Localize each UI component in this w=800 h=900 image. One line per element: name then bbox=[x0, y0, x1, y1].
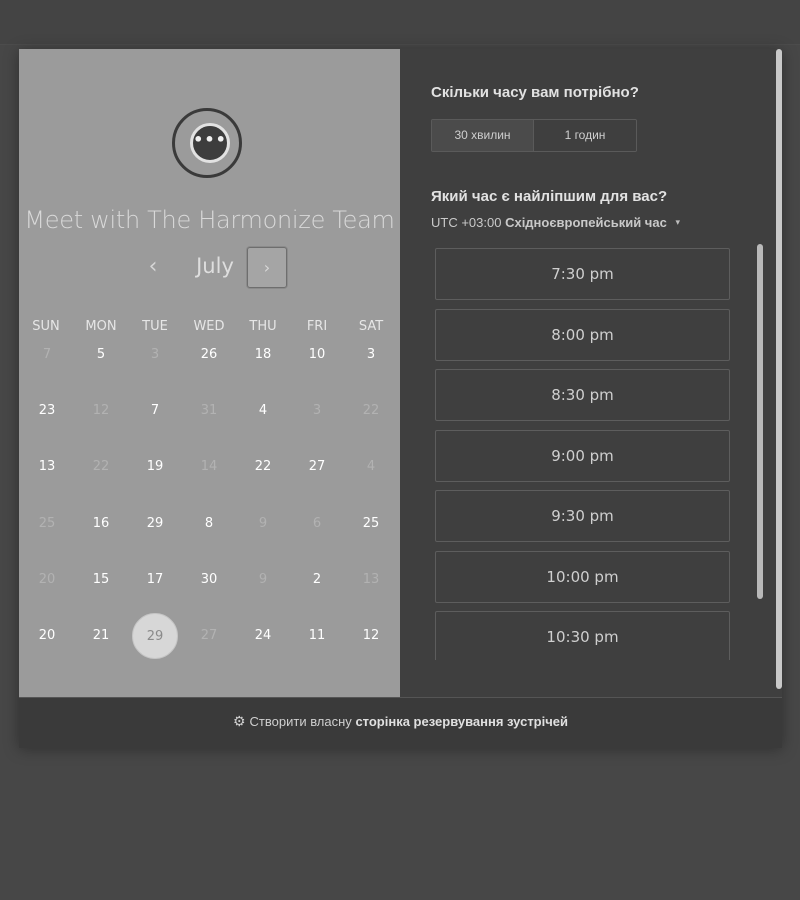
time-slot[interactable]: 10:00 pm bbox=[435, 551, 730, 603]
calendar-day[interactable]: 13 bbox=[24, 444, 70, 490]
chat-bubble-icon: ••• bbox=[190, 123, 230, 163]
calendar-day[interactable]: 7 bbox=[132, 388, 178, 434]
time-question: Який час є найліпшим для вас? bbox=[431, 188, 668, 205]
calendar-day[interactable]: 16 bbox=[78, 501, 124, 547]
month-label: July bbox=[196, 254, 234, 278]
calendar-day[interactable]: 29 bbox=[132, 501, 178, 547]
calendar-day: 13 bbox=[362, 572, 380, 587]
timezone-offset: UTC +03:00 bbox=[431, 215, 502, 230]
caret-down-icon: ▾ bbox=[675, 217, 680, 227]
duration-question: Скільки часу вам потрібно? bbox=[431, 84, 639, 101]
calendar-day[interactable]: 3 bbox=[348, 332, 394, 378]
hubspot-sprocket-icon: ⚙ bbox=[232, 713, 246, 729]
calendar-day: 6 bbox=[312, 516, 322, 531]
calendar-day[interactable]: 10 bbox=[294, 332, 340, 378]
calendar-day: 3 bbox=[312, 403, 322, 418]
team-title: Meet with The Harmonize Team bbox=[24, 206, 395, 234]
team-logo: ••• bbox=[172, 108, 242, 178]
calendar-day[interactable]: 23 bbox=[24, 388, 70, 434]
calendar-day[interactable]: 11 bbox=[294, 613, 340, 659]
time-slot[interactable]: 8:00 pm bbox=[435, 309, 730, 361]
time-slot[interactable]: 9:30 pm bbox=[435, 490, 730, 542]
calendar-day[interactable]: 22 bbox=[240, 444, 286, 490]
calendar-day[interactable]: 24 bbox=[240, 613, 286, 659]
calendar-day[interactable]: 2 bbox=[294, 557, 340, 603]
calendar-day: 25 bbox=[38, 516, 56, 531]
month-navigation: ‹ July › bbox=[19, 246, 400, 290]
calendar-day: 3 bbox=[150, 347, 160, 362]
duration-30min-button[interactable]: 30 хвилин bbox=[432, 120, 534, 151]
timezone-selector[interactable]: UTC +03:00 Східноєвропейський час ▾ bbox=[431, 215, 680, 230]
calendar-day[interactable]: 12 bbox=[348, 613, 394, 659]
calendar-day[interactable]: 20 bbox=[24, 613, 70, 659]
modal-scrollbar[interactable] bbox=[776, 49, 782, 689]
duration-1hour-button[interactable]: 1 годин bbox=[534, 120, 636, 151]
calendar-panel: ••• Meet with The Harmonize Team ‹ July … bbox=[19, 49, 400, 697]
calendar-day[interactable]: 27 bbox=[294, 444, 340, 490]
time-slot[interactable]: 9:00 pm bbox=[435, 430, 730, 482]
calendar-day[interactable]: 26 bbox=[186, 332, 232, 378]
top-bar bbox=[0, 0, 800, 45]
time-slot-list: 7:30 pm 8:00 pm 8:30 pm 9:00 pm 9:30 pm … bbox=[435, 248, 731, 660]
calendar-day: 4 bbox=[366, 459, 376, 474]
calendar-day: 20 bbox=[38, 572, 56, 587]
calendar-day[interactable]: 18 bbox=[240, 332, 286, 378]
calendar-day: 31 bbox=[200, 403, 218, 418]
slot-list-scrollbar[interactable] bbox=[757, 244, 763, 599]
calendar-day[interactable]: 8 bbox=[186, 501, 232, 547]
next-month-button[interactable]: › bbox=[247, 247, 287, 288]
duration-toggle: 30 хвилин 1 годин bbox=[431, 119, 637, 152]
calendar-day[interactable]: 19 bbox=[132, 444, 178, 490]
calendar-day: 27 bbox=[200, 628, 218, 643]
prev-month-button[interactable]: ‹ bbox=[138, 250, 168, 284]
footer-prefix: Створити власну bbox=[249, 714, 352, 729]
calendar-day-selected[interactable]: 29 bbox=[132, 613, 178, 659]
time-slot[interactable]: 7:30 pm bbox=[435, 248, 730, 300]
time-slot[interactable]: 8:30 pm bbox=[435, 369, 730, 421]
calendar-day: 12 bbox=[92, 403, 110, 418]
calendar-day: 22 bbox=[362, 403, 380, 418]
calendar-day[interactable]: 17 bbox=[132, 557, 178, 603]
calendar-day: 9 bbox=[258, 516, 268, 531]
timezone-name: Східноєвропейський час bbox=[505, 215, 667, 230]
meetings-modal: ••• Meet with The Harmonize Team ‹ July … bbox=[19, 49, 782, 748]
calendar-day: 9 bbox=[258, 572, 268, 587]
calendar-day[interactable]: 5 bbox=[78, 332, 124, 378]
footer-bar: ⚙ Створити власну сторінка резервування з… bbox=[19, 697, 782, 748]
time-slot[interactable]: 10:30 pm bbox=[435, 611, 730, 660]
calendar-day: 22 bbox=[92, 459, 110, 474]
calendar-day[interactable]: 21 bbox=[78, 613, 124, 659]
create-booking-page-link[interactable]: сторінка резервування зустрічей bbox=[355, 714, 568, 729]
calendar-day[interactable]: 25 bbox=[348, 501, 394, 547]
calendar-day[interactable]: 30 bbox=[186, 557, 232, 603]
calendar-day[interactable]: 4 bbox=[240, 388, 286, 434]
calendar-day[interactable]: 15 bbox=[78, 557, 124, 603]
calendar-day: 14 bbox=[200, 459, 218, 474]
calendar-day: 7 bbox=[42, 347, 52, 362]
booking-panel: Скільки часу вам потрібно? 30 хвилин 1 г… bbox=[400, 49, 782, 697]
